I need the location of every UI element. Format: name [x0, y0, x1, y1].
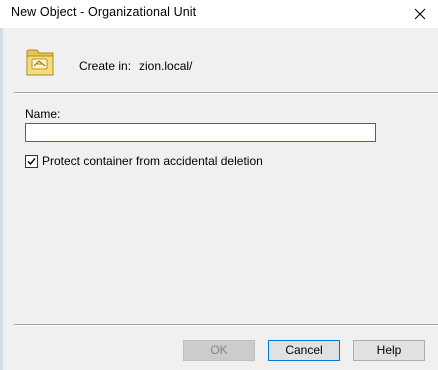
create-in-path: zion.local/: [139, 59, 193, 73]
close-button[interactable]: [402, 0, 438, 28]
window-title: New Object - Organizational Unit: [11, 5, 197, 19]
create-in-label: Create in:: [79, 59, 132, 73]
name-label: Name:: [25, 107, 61, 121]
separator-bottom: [14, 324, 438, 326]
ok-button[interactable]: OK: [183, 340, 255, 361]
checkmark-icon: [27, 157, 36, 165]
protect-label: Protect container from accidental deleti…: [42, 154, 263, 168]
cancel-button[interactable]: Cancel: [268, 340, 340, 361]
separator-top: [14, 92, 438, 94]
close-icon: [414, 8, 426, 20]
protect-checkbox-row[interactable]: Protect container from accidental deleti…: [25, 154, 263, 168]
title-bar: New Object - Organizational Unit: [0, 0, 438, 28]
ou-folder-icon: [26, 49, 54, 76]
help-button[interactable]: Help: [353, 340, 425, 361]
protect-checkbox[interactable]: [25, 154, 38, 168]
name-input[interactable]: [25, 123, 376, 142]
background-strip: [0, 0, 3, 370]
